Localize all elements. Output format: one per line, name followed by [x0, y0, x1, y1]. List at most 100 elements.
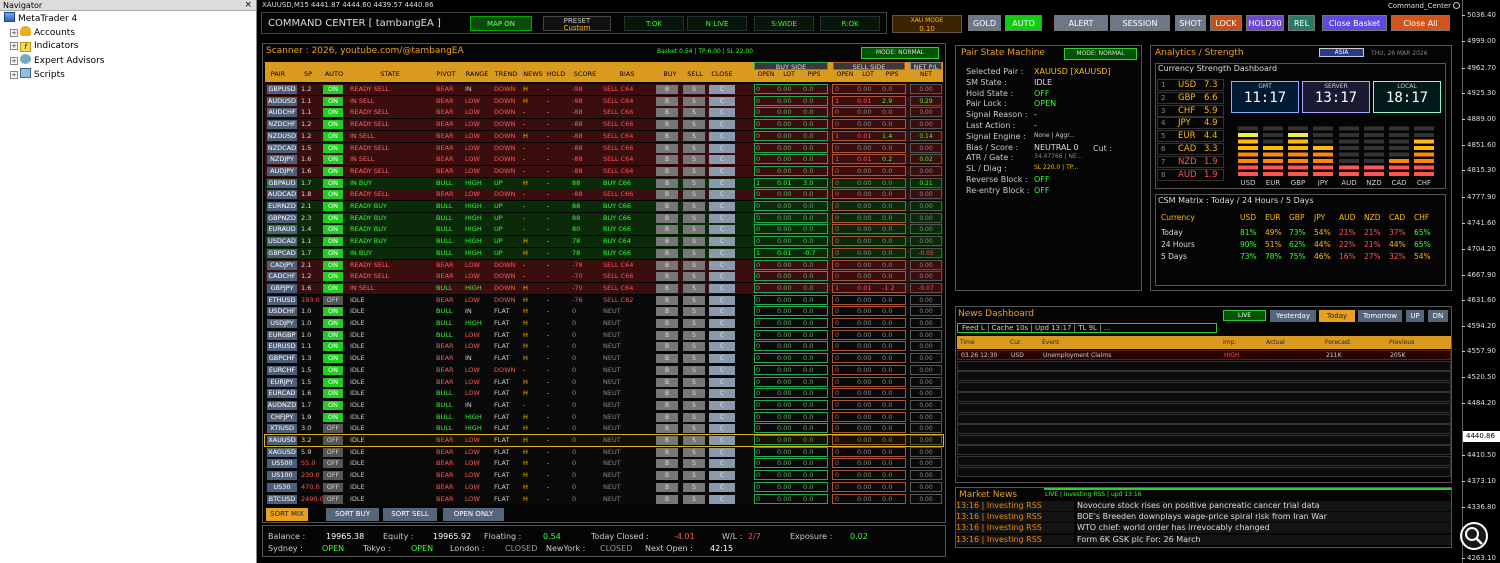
- table-row[interactable]: AUDNZD 1.7 ON IDLE BULL IN FLAT - -0 NEUT B S C 0 0.00…: [265, 399, 943, 411]
- close-button[interactable]: C: [709, 342, 735, 352]
- news-up-button[interactable]: UP: [1406, 310, 1424, 322]
- auto-toggle[interactable]: ON: [323, 272, 343, 282]
- table-row[interactable]: GBPCAD 1.7 ON IN BUY BULL HIGH UP H - 78 BUY C66 B S…: [265, 247, 943, 259]
- pair-label[interactable]: USDCHF: [267, 307, 297, 317]
- sell-button[interactable]: S: [683, 237, 705, 247]
- pair-label[interactable]: US30: [267, 482, 297, 492]
- tree-item-indicators[interactable]: + f Indicators: [10, 40, 78, 53]
- close-button[interactable]: C: [709, 365, 735, 375]
- pair-label[interactable]: GBPAUD: [267, 178, 297, 188]
- buy-button[interactable]: B: [656, 85, 678, 94]
- news-row[interactable]: [957, 424, 1451, 435]
- table-row[interactable]: EURAUD 1.4 ON READY BUY BULL HIGH UP - - 80 BUY C6…: [265, 224, 943, 236]
- tree-item-accounts[interactable]: + Accounts: [10, 26, 75, 39]
- sell-button[interactable]: S: [683, 471, 705, 481]
- pair-label[interactable]: EURAUD: [267, 225, 297, 235]
- sell-button[interactable]: S: [683, 283, 705, 293]
- pair-label[interactable]: GBPJPY: [267, 283, 297, 293]
- gold-button[interactable]: GOLD: [968, 15, 1001, 31]
- pair-label[interactable]: GBPUSD: [267, 85, 297, 94]
- table-row[interactable]: US30 470.0 OFF IDLE BEAR LOW FLAT H - 0 NEUT B S C 0 0.…: [265, 481, 943, 493]
- news-row[interactable]: [957, 466, 1451, 477]
- table-row[interactable]: GBPCHF 1.3 ON IDLE BEAR IN FLAT H -0 NEUT B S C 0 0.00…: [265, 353, 943, 365]
- close-button[interactable]: C: [709, 354, 735, 364]
- close-button[interactable]: C: [709, 85, 735, 94]
- auto-toggle[interactable]: ON: [323, 120, 343, 130]
- buy-button[interactable]: B: [656, 260, 678, 270]
- news-row[interactable]: [957, 371, 1451, 382]
- sell-button[interactable]: S: [683, 108, 705, 118]
- auto-toggle[interactable]: ON: [323, 365, 343, 375]
- sell-button[interactable]: S: [683, 96, 705, 106]
- pair-label[interactable]: US500: [267, 459, 297, 469]
- close-button[interactable]: C: [709, 213, 735, 223]
- sell-button[interactable]: S: [683, 166, 705, 176]
- table-row[interactable]: GBPAUD 1.7 ON IN BUY BULL HIGH UP H - 88 BUY C66 B S…: [265, 177, 943, 189]
- pair-label[interactable]: AUDCAD: [267, 190, 297, 200]
- close-button[interactable]: C: [709, 178, 735, 188]
- hold30-button[interactable]: HOLD30: [1246, 15, 1284, 31]
- sell-button[interactable]: S: [683, 412, 705, 422]
- buy-button[interactable]: B: [656, 248, 678, 258]
- pair-label[interactable]: EURCHF: [267, 365, 297, 375]
- pair-label[interactable]: GBPCHF: [267, 354, 297, 364]
- auto-toggle[interactable]: ON: [323, 143, 343, 153]
- pair-label[interactable]: CHFJPY: [267, 412, 297, 422]
- auto-toggle[interactable]: OFF: [323, 459, 343, 469]
- sell-button[interactable]: S: [683, 307, 705, 317]
- settings-icon[interactable]: [1453, 2, 1461, 9]
- market-news-headline[interactable]: WTO chief: world order has irrevocably c…: [1077, 523, 1451, 534]
- buy-button[interactable]: B: [656, 178, 678, 188]
- table-row[interactable]: CHFJPY 1.9 ON IDLE BULL HIGH FLAT H - 0 NEUT B S C 0 0.…: [265, 411, 943, 423]
- close-button[interactable]: C: [709, 412, 735, 422]
- buy-button[interactable]: B: [656, 225, 678, 235]
- pair-label[interactable]: CADJPY: [267, 260, 297, 270]
- pair-label[interactable]: EURCAD: [267, 389, 297, 399]
- close-button[interactable]: C: [709, 283, 735, 293]
- news-row[interactable]: [957, 413, 1451, 424]
- auto-toggle[interactable]: OFF: [323, 424, 343, 434]
- buy-button[interactable]: B: [656, 494, 678, 504]
- auto-toggle[interactable]: OFF: [323, 471, 343, 481]
- market-news-headline[interactable]: Form 6K GSK plc For: 26 March: [1077, 534, 1451, 545]
- table-row[interactable]: XTIUSD 3.0 OFF IDLE BULL HIGH FLAT H - 0 NEUT B S C 0 0…: [265, 423, 943, 435]
- auto-toggle[interactable]: OFF: [323, 295, 343, 305]
- auto-toggle[interactable]: ON: [323, 237, 343, 247]
- buy-button[interactable]: B: [656, 96, 678, 106]
- close-button[interactable]: C: [709, 248, 735, 258]
- auto-toggle[interactable]: ON: [323, 354, 343, 364]
- auto-toggle[interactable]: ON: [323, 190, 343, 200]
- close-button[interactable]: C: [709, 389, 735, 399]
- close-button[interactable]: C: [709, 225, 735, 235]
- table-row[interactable]: AUDCHF 1.1 ON READY SELL BEAR LOW DOWN - - -88 SEL…: [265, 107, 943, 119]
- sort-button[interactable]: SORT BUY: [326, 508, 379, 521]
- close-basket-button[interactable]: Close Basket: [1322, 15, 1387, 31]
- close-button[interactable]: C: [709, 260, 735, 270]
- buy-button[interactable]: B: [656, 143, 678, 153]
- table-row[interactable]: USDJPY 1.0 ON IDLE BULL HIGH FLAT H - 0 NEUT B S C 0 0.…: [265, 318, 943, 329]
- close-button[interactable]: C: [709, 131, 735, 141]
- buy-button[interactable]: B: [656, 272, 678, 282]
- close-button[interactable]: C: [709, 494, 735, 504]
- table-row[interactable]: XAGUSD 5.9 OFF IDLE BEAR LOW FLAT H - 0 NEUT B S C 0 0.…: [265, 446, 943, 458]
- table-row[interactable]: US100 230.0 OFF IDLE BEAR LOW FLAT H - 0 NEUT B S C 0 0…: [265, 470, 943, 482]
- buy-button[interactable]: B: [656, 120, 678, 130]
- zoom-icon[interactable]: [1460, 522, 1488, 550]
- expand-icon[interactable]: +: [10, 57, 18, 65]
- sell-button[interactable]: S: [683, 494, 705, 504]
- sell-button[interactable]: S: [683, 400, 705, 410]
- sell-button[interactable]: S: [683, 155, 705, 165]
- buy-button[interactable]: B: [656, 190, 678, 200]
- pair-label[interactable]: CADCHF: [267, 272, 297, 282]
- buy-button[interactable]: B: [656, 108, 678, 118]
- table-row[interactable]: EURUSD 1.1 ON IDLE BEAR LOW FLAT H - 0 NEUT B S C 0 0.0…: [265, 341, 943, 353]
- auto-button[interactable]: AUTO: [1005, 15, 1042, 31]
- table-row[interactable]: CADCHF 1.2 ON READY SELL BEAR LOW DOWN - - -70 SEL…: [265, 271, 943, 283]
- auto-toggle[interactable]: ON: [323, 260, 343, 270]
- news-event-row[interactable]: 03.26 12:30 USD Unemployment Claims HIGH 211…: [957, 350, 1451, 360]
- session-button[interactable]: SESSION: [1110, 15, 1170, 31]
- sell-button[interactable]: S: [683, 342, 705, 352]
- pair-label[interactable]: AUDUSD: [267, 96, 297, 106]
- pair-label[interactable]: USDCAD: [267, 237, 297, 247]
- buy-button[interactable]: B: [656, 377, 678, 387]
